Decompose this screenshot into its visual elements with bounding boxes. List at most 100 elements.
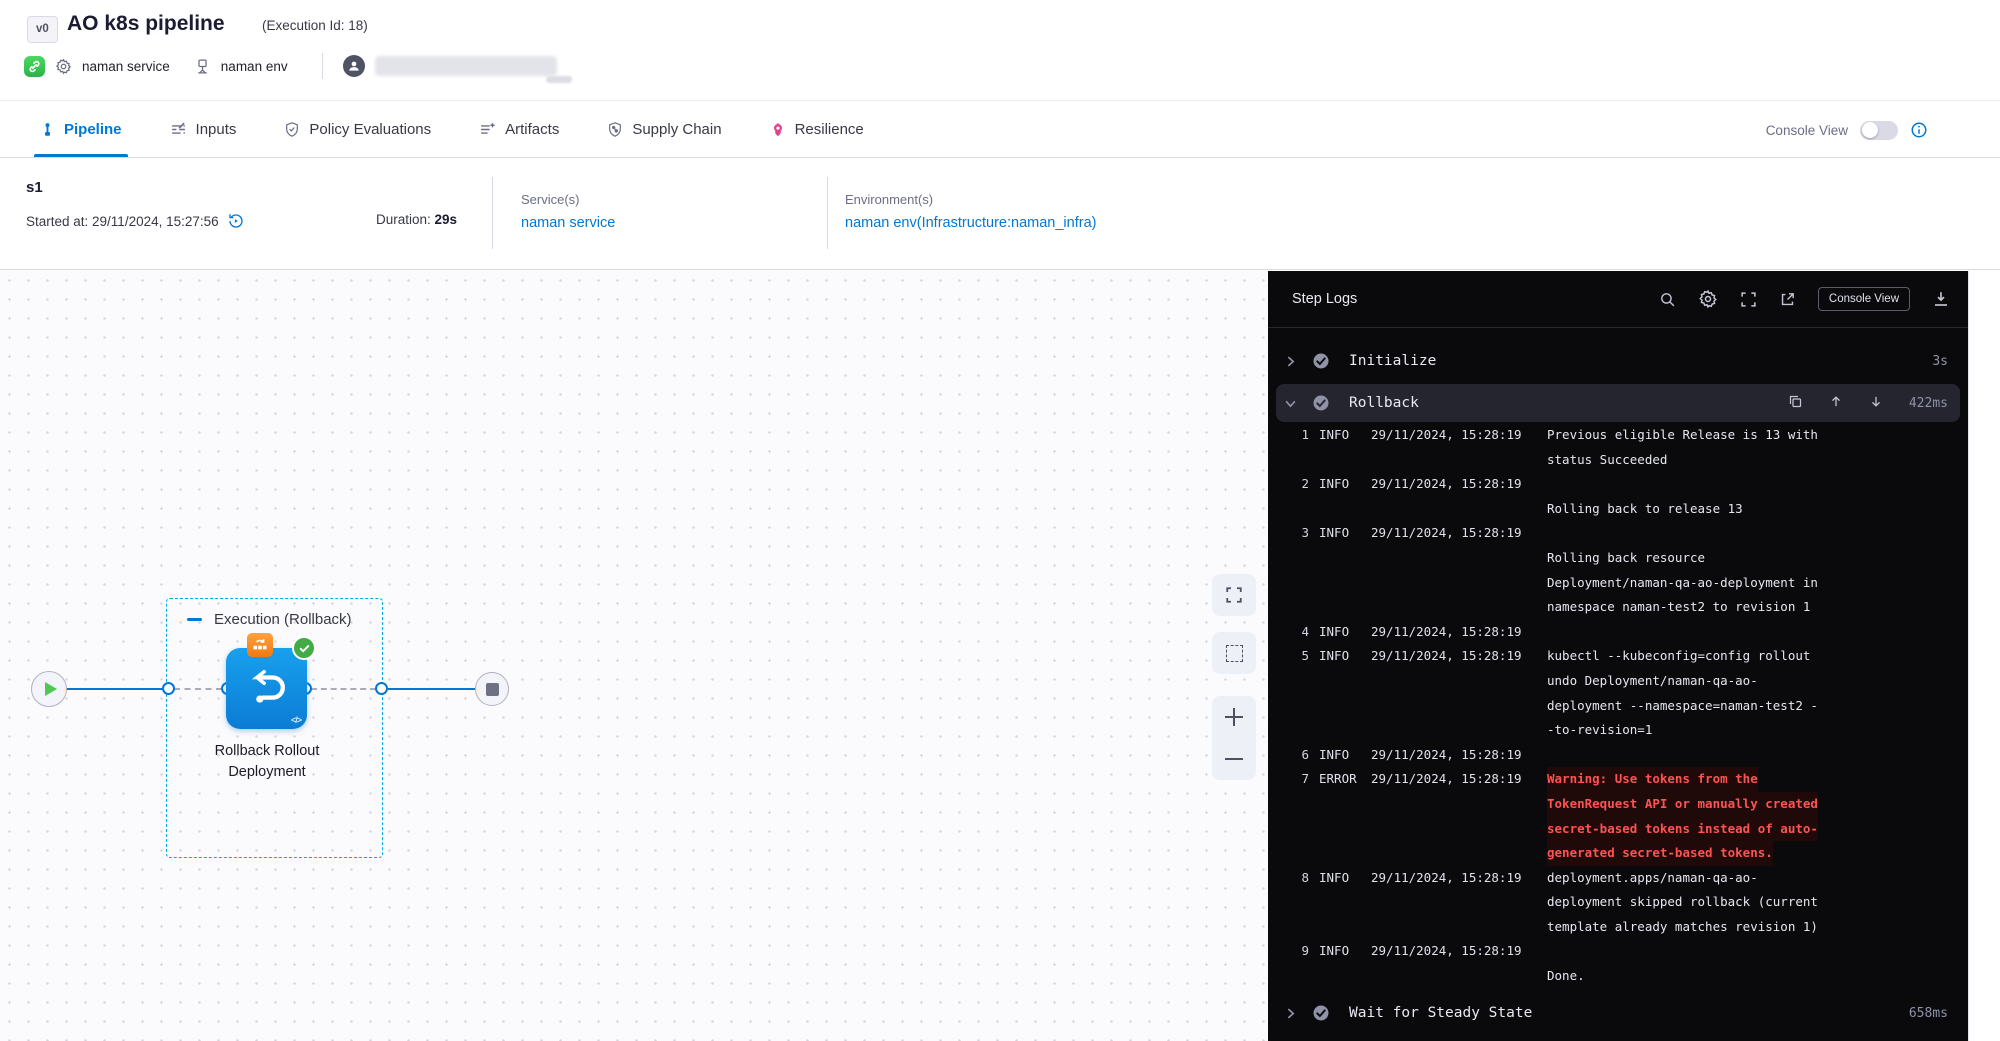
edge-start bbox=[67, 688, 168, 690]
step-check-icon bbox=[1312, 1004, 1330, 1022]
redacted-smudge bbox=[546, 76, 572, 83]
connector-dot bbox=[375, 682, 388, 695]
chevron-down-icon[interactable] bbox=[1284, 397, 1300, 410]
log-search-icon[interactable] bbox=[1659, 291, 1676, 308]
tab-inputs[interactable]: Inputs bbox=[170, 102, 237, 157]
console-view-toggle[interactable] bbox=[1860, 121, 1898, 140]
log-line: template already matches revision 1) bbox=[1295, 915, 1954, 940]
artifacts-icon bbox=[479, 121, 496, 138]
tab-supply-chain[interactable]: Supply Chain bbox=[607, 102, 721, 157]
log-line: Rolling back to release 13 bbox=[1295, 497, 1954, 522]
version-badge: v0 bbox=[27, 16, 58, 43]
fullscreen-icon bbox=[1225, 586, 1243, 604]
log-line: 4INFO29/11/2024, 15:28:19 bbox=[1295, 620, 1954, 645]
started-at-text: Started at: 29/11/2024, 15:27:56 bbox=[26, 214, 219, 229]
info-icon[interactable] bbox=[1910, 121, 1928, 139]
step-duration: 658ms bbox=[1909, 1006, 1948, 1021]
step-success-check-icon bbox=[292, 636, 316, 660]
gitops-link-icon bbox=[24, 56, 45, 77]
marquee-select-button[interactable] bbox=[1212, 632, 1256, 674]
log-line: status Succeeded bbox=[1295, 448, 1954, 473]
log-line: generated secret-based tokens. bbox=[1295, 841, 1954, 866]
tab-policy-evaluations[interactable]: Policy Evaluations bbox=[284, 102, 431, 157]
environment-link[interactable]: naman env(Infrastructure:naman_infra) bbox=[845, 215, 1096, 231]
log-line: namespace naman-test2 to revision 1 bbox=[1295, 595, 1954, 620]
step-logs-header: Step Logs Console View bbox=[1268, 271, 1968, 328]
step-node-label[interactable]: Rollback Rollout Deployment bbox=[186, 741, 348, 783]
scroll-to-bottom-icon[interactable] bbox=[1869, 394, 1883, 413]
fit-to-screen-button[interactable] bbox=[1212, 574, 1256, 616]
tab-pipeline[interactable]: Pipeline bbox=[40, 102, 122, 157]
zoom-out-button[interactable] bbox=[1224, 749, 1244, 769]
open-in-new-icon[interactable] bbox=[1779, 291, 1796, 308]
log-line: 3INFO29/11/2024, 15:28:19 bbox=[1295, 521, 1954, 546]
log-line: TokenRequest API or manually created bbox=[1295, 792, 1954, 817]
stagebar-divider-2 bbox=[827, 177, 828, 249]
step-row-initialize[interactable]: Initialize 3s bbox=[1276, 342, 1960, 380]
zoom-controls bbox=[1212, 696, 1256, 780]
step-name: Initialize bbox=[1349, 353, 1436, 369]
log-settings-gear-icon[interactable] bbox=[1698, 289, 1718, 309]
tab-label: Resilience bbox=[795, 121, 864, 138]
duration-value: 29s bbox=[435, 212, 458, 227]
tab-label: Supply Chain bbox=[632, 121, 721, 138]
tab-label: Pipeline bbox=[64, 121, 122, 138]
code-glyph: </> bbox=[291, 715, 301, 725]
scroll-to-top-icon[interactable] bbox=[1829, 394, 1843, 413]
step-row-wait-for-steady-state[interactable]: Wait for Steady State 658ms bbox=[1276, 994, 1960, 1032]
page-scroll-gutter[interactable] bbox=[1968, 271, 2000, 1041]
zoom-in-button[interactable] bbox=[1224, 707, 1244, 727]
log-line: Rolling back resource bbox=[1295, 546, 1954, 571]
stage-box-label[interactable]: Execution (Rollback) bbox=[214, 611, 352, 628]
console-view-button[interactable]: Console View bbox=[1818, 287, 1910, 311]
stage-name[interactable]: s1 bbox=[26, 179, 43, 196]
log-line: undo Deployment/naman-qa-ao- bbox=[1295, 669, 1954, 694]
pipeline-canvas[interactable]: Execution (Rollback) </> Rollback Rollou… bbox=[0, 271, 1268, 1041]
log-line: 7ERROR29/11/2024, 15:28:19Warning: Use t… bbox=[1295, 767, 1954, 792]
tab-artifacts[interactable]: Artifacts bbox=[479, 102, 559, 157]
rollback-undo-icon bbox=[244, 666, 290, 712]
log-line: 6INFO29/11/2024, 15:28:19 bbox=[1295, 743, 1954, 768]
service-gear-icon bbox=[55, 58, 72, 75]
collapse-minus-icon[interactable] bbox=[187, 618, 202, 621]
log-line: -to-revision=1 bbox=[1295, 718, 1954, 743]
copy-logs-icon[interactable] bbox=[1788, 394, 1803, 413]
log-line: deployment skipped rollback (current bbox=[1295, 890, 1954, 915]
service-name[interactable]: naman service bbox=[82, 59, 170, 74]
pipeline-execution-page: v0 AO k8s pipeline (Execution Id: 18) na… bbox=[0, 0, 2000, 1041]
pipeline-end-node[interactable] bbox=[475, 672, 509, 706]
stage-summary-bar: s1 Started at: 29/11/2024, 15:27:56 Dura… bbox=[0, 159, 2000, 270]
stop-icon bbox=[486, 683, 499, 696]
step-name: Rollback bbox=[1349, 395, 1419, 411]
log-line: secret-based tokens instead of auto- bbox=[1295, 817, 1954, 842]
user-avatar-icon bbox=[343, 55, 365, 77]
marquee-icon bbox=[1226, 645, 1243, 662]
service-link[interactable]: naman service bbox=[521, 215, 615, 231]
tab-resilience[interactable]: Resilience bbox=[770, 102, 864, 157]
environments-label: Environment(s) bbox=[845, 192, 1096, 207]
duration: Duration: 29s bbox=[376, 212, 457, 227]
header-divider bbox=[322, 53, 323, 79]
step-logs-title: Step Logs bbox=[1292, 291, 1357, 307]
pipeline-icon bbox=[40, 121, 55, 138]
redacted-user-email bbox=[375, 56, 557, 76]
chevron-right-icon[interactable] bbox=[1284, 355, 1300, 368]
chevron-right-icon[interactable] bbox=[1284, 1007, 1300, 1020]
rollout-deployment-badge-icon bbox=[247, 633, 273, 657]
execution-meta-row: naman service naman env bbox=[24, 53, 557, 79]
log-output[interactable]: 1INFO29/11/2024, 15:28:19Previous eligib… bbox=[1295, 423, 1954, 989]
pipeline-start-node[interactable] bbox=[31, 671, 67, 707]
page-header: v0 AO k8s pipeline (Execution Id: 18) na… bbox=[0, 0, 2000, 101]
download-logs-icon[interactable] bbox=[1932, 290, 1950, 308]
supply-chain-shield-icon bbox=[607, 121, 623, 138]
resilience-icon bbox=[770, 121, 786, 138]
console-view-label: Console View bbox=[1766, 123, 1848, 138]
execution-tab-bar: Pipeline Inputs Policy Evaluations Artif… bbox=[0, 102, 2000, 158]
history-icon[interactable] bbox=[227, 212, 245, 230]
log-fullscreen-icon[interactable] bbox=[1740, 291, 1757, 308]
rollback-step-node[interactable]: </> bbox=[226, 648, 307, 729]
tab-label: Artifacts bbox=[505, 121, 559, 138]
step-row-rollback[interactable]: Rollback 422ms bbox=[1276, 384, 1960, 422]
edge-end bbox=[388, 688, 475, 690]
environment-name[interactable]: naman env bbox=[221, 59, 288, 74]
